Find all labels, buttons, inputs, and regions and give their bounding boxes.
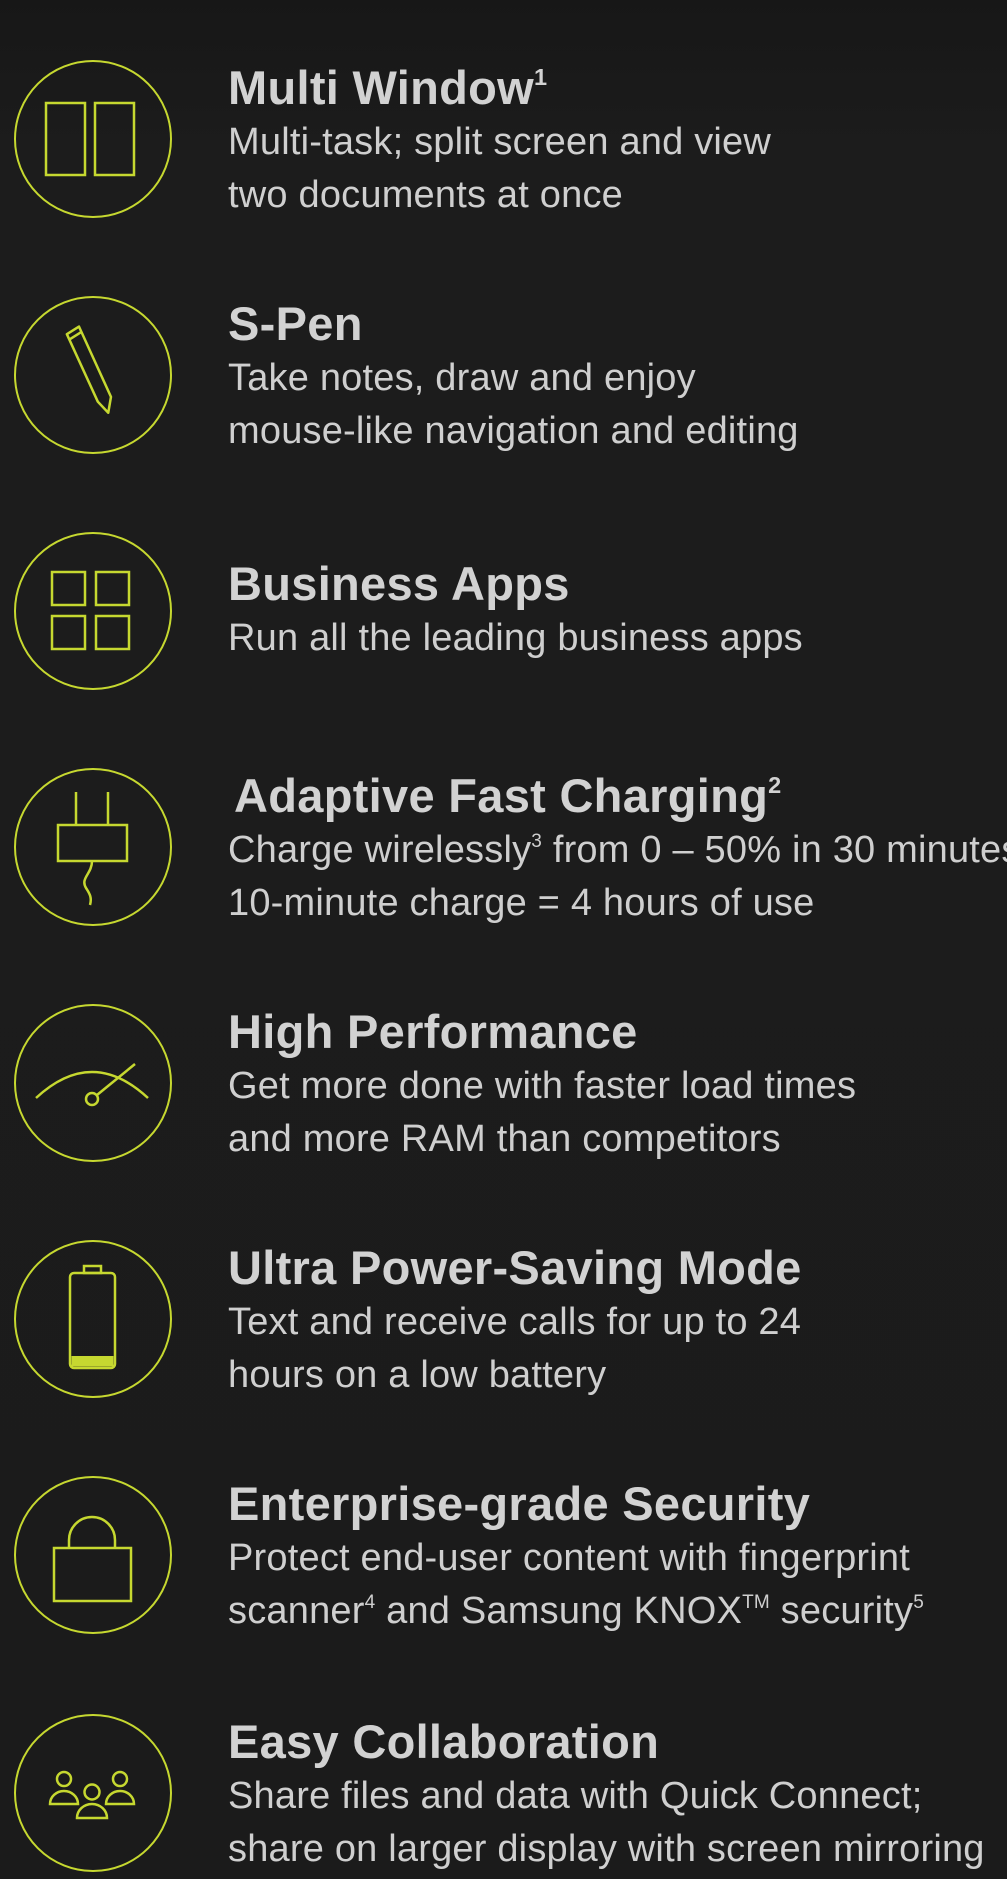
feature-title: Ultra Power-Saving Mode xyxy=(228,1241,802,1294)
speedometer-icon xyxy=(14,1004,172,1162)
feature-description-line-2: mouse-like navigation and editing xyxy=(228,410,799,452)
low-battery-icon xyxy=(14,1240,172,1398)
split-window-icon xyxy=(14,60,172,218)
feature-enterprise-security: Enterprise-grade Security Protect end-us… xyxy=(0,1476,1007,1636)
people-group-icon xyxy=(14,1714,172,1872)
feature-high-performance: High Performance Get more done with fast… xyxy=(0,1004,1007,1164)
feature-adaptive-fast-charging: Adaptive Fast Charging2 Charge wirelessl… xyxy=(0,768,1007,928)
feature-description-line-1: Share files and data with Quick Connect; xyxy=(228,1775,923,1817)
feature-s-pen: S-Pen Take notes, draw and enjoy mouse-l… xyxy=(0,296,1007,456)
feature-title: Business Apps xyxy=(228,557,570,610)
pen-icon xyxy=(14,296,172,454)
feature-description-line-1: Multi-task; split screen and view xyxy=(228,121,772,163)
features-page: Multi Window1 Multi-task; split screen a… xyxy=(0,0,1007,1879)
feature-description-line-1: Run all the leading business apps xyxy=(228,617,803,659)
apps-grid-icon xyxy=(14,532,172,690)
feature-description-line-1: Text and receive calls for up to 24 xyxy=(228,1301,802,1343)
feature-title: Enterprise-grade Security xyxy=(228,1477,811,1530)
padlock-icon xyxy=(14,1476,172,1634)
feature-description-line-1: Charge wirelessly3 from 0 – 50% in 30 mi… xyxy=(228,829,1007,871)
feature-business-apps: Business Apps Run all the leading busine… xyxy=(0,532,1007,692)
feature-description-line-1: Protect end-user content with fingerprin… xyxy=(228,1537,910,1579)
feature-description-line-1: Take notes, draw and enjoy xyxy=(228,357,696,399)
feature-ultra-power-saving: Ultra Power-Saving Mode Text and receive… xyxy=(0,1240,1007,1400)
feature-easy-collaboration: Easy Collaboration Share files and data … xyxy=(0,1714,1007,1874)
feature-title: S-Pen xyxy=(228,297,363,350)
feature-description-line-2: scanner4 and Samsung KNOXTM security5 xyxy=(228,1590,924,1632)
feature-description-line-2: share on larger display with screen mirr… xyxy=(228,1828,985,1870)
feature-description-line-2: 10-minute charge = 4 hours of use xyxy=(228,882,815,924)
feature-title: Multi Window1 xyxy=(228,61,548,114)
feature-description-line-2: and more RAM than competitors xyxy=(228,1118,781,1160)
feature-description-line-2: two documents at once xyxy=(228,174,623,216)
feature-title: Easy Collaboration xyxy=(228,1715,660,1768)
feature-multi-window: Multi Window1 Multi-task; split screen a… xyxy=(0,60,1007,220)
feature-description-line-1: Get more done with faster load times xyxy=(228,1065,857,1107)
charger-plug-icon xyxy=(14,768,172,926)
feature-description-line-2: hours on a low battery xyxy=(228,1354,607,1396)
feature-title: High Performance xyxy=(228,1005,638,1058)
feature-title: Adaptive Fast Charging2 xyxy=(234,769,782,822)
